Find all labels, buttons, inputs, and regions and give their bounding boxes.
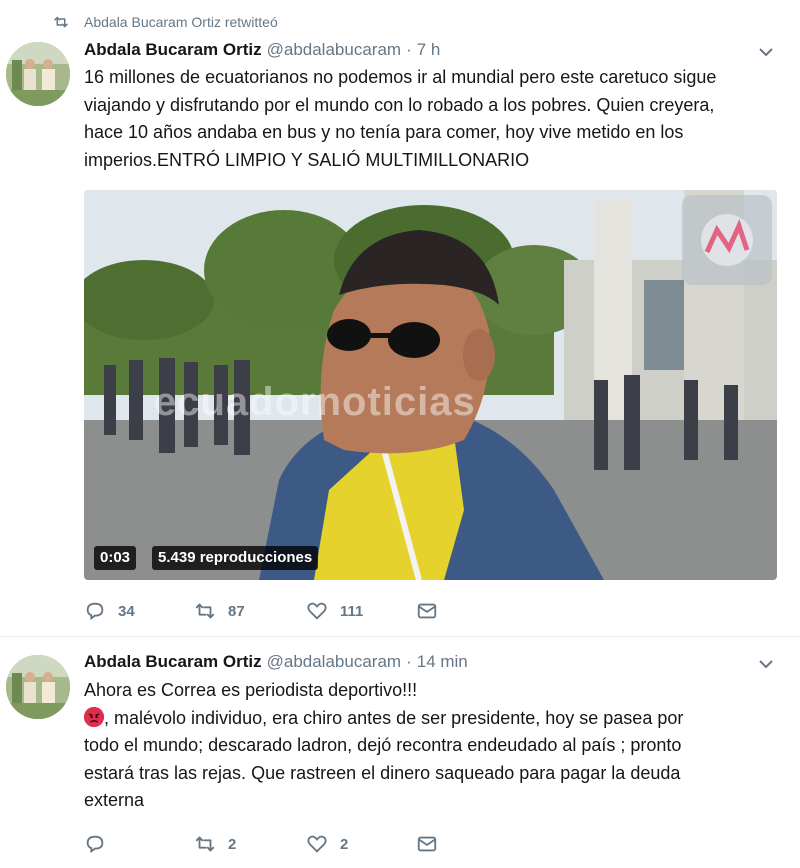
avatar[interactable] xyxy=(6,42,70,106)
tweet-time[interactable]: 7 h xyxy=(417,40,441,60)
message-button[interactable] xyxy=(416,600,450,622)
tweet-text: Ahora es Correa es periodista deportivo!… xyxy=(84,677,784,815)
author-handle[interactable]: @abdalabucaram xyxy=(267,40,401,60)
tweet-actions: 34 87 111 xyxy=(84,597,450,625)
author-handle[interactable]: @abdalabucaram xyxy=(267,652,401,672)
retweet-button[interactable]: 2 xyxy=(194,833,306,855)
tweet-time[interactable]: 14 min xyxy=(417,652,468,672)
video-views: 5.439 reproducciones xyxy=(152,546,319,570)
separator: · xyxy=(406,652,412,671)
retweet-button[interactable]: 87 xyxy=(194,600,306,622)
reply-icon xyxy=(86,835,104,854)
tweet-text-line: , malévolo individuo, era chiro antes de… xyxy=(84,705,784,733)
tweet-text-line: 16 millones de ecuatorianos no podemos i… xyxy=(84,67,717,87)
video-player[interactable]: ecuadornoticias 0:03 5.439 reproduccione… xyxy=(84,190,777,580)
angry-face-icon xyxy=(84,706,104,727)
envelope-icon xyxy=(417,836,437,852)
tweet-header: Abdala Bucaram Ortiz @abdalabucaram · 7 … xyxy=(84,38,440,62)
video-duration: 0:03 xyxy=(94,546,137,570)
tweet-text-line: estará tras las rejas. Que rastreen el d… xyxy=(84,762,681,783)
heart-icon xyxy=(307,602,327,620)
heart-icon xyxy=(307,835,327,853)
video-watermark: ecuadornoticias xyxy=(154,380,476,424)
retweet-icon xyxy=(195,603,215,619)
tweet-text-fragment: , malévolo individuo, era chiro antes de… xyxy=(104,707,684,728)
tweet-text-line: externa xyxy=(84,790,145,810)
envelope-icon xyxy=(417,603,437,619)
tweet-text-line: todo el mundo; descarado ladron, dejó re… xyxy=(84,735,682,755)
retweet-count: 2 xyxy=(228,835,237,853)
author-name[interactable]: Abdala Bucaram Ortiz xyxy=(84,652,262,672)
avatar[interactable] xyxy=(6,655,70,719)
like-button[interactable]: 2 xyxy=(306,833,416,855)
reply-count: 34 xyxy=(118,602,135,620)
tweet-text: 16 millones de ecuatorianos no podemos i… xyxy=(84,64,784,174)
like-button[interactable]: 111 xyxy=(306,600,416,622)
reply-button[interactable]: 34 xyxy=(84,600,194,622)
retweet-count: 87 xyxy=(228,602,245,620)
tweet-text-line: Ahora es Correa es periodista deportivo!… xyxy=(84,680,418,700)
tweet-actions: 2 2 xyxy=(84,830,450,858)
tweet-2[interactable]: Abdala Bucaram Ortiz @abdalabucaram · 14… xyxy=(0,637,800,868)
like-count: 2 xyxy=(340,835,349,853)
chevron-down-icon[interactable] xyxy=(758,46,774,58)
separator: · xyxy=(406,40,412,59)
author-name[interactable]: Abdala Bucaram Ortiz xyxy=(84,40,262,60)
chevron-down-icon[interactable] xyxy=(758,658,774,670)
tweet-text-line: hace 10 años andaba en bus y no tenía pa… xyxy=(84,122,684,142)
reply-button[interactable] xyxy=(84,833,194,855)
like-count: 111 xyxy=(340,602,364,620)
retweet-icon xyxy=(195,836,215,852)
tweet-header: Abdala Bucaram Ortiz @abdalabucaram · 14… xyxy=(84,650,468,674)
reply-icon xyxy=(86,602,104,621)
tweet-1[interactable]: Abdala Bucaram Ortiz @abdalabucaram · 7 … xyxy=(0,0,800,636)
message-button[interactable] xyxy=(416,833,450,855)
tweet-text-line: imperios.ENTRÓ LIMPIO Y SALIÓ MULTIMILLO… xyxy=(84,149,530,170)
tweet-text-line: viajando y disfrutando por el mundo con … xyxy=(84,94,715,115)
